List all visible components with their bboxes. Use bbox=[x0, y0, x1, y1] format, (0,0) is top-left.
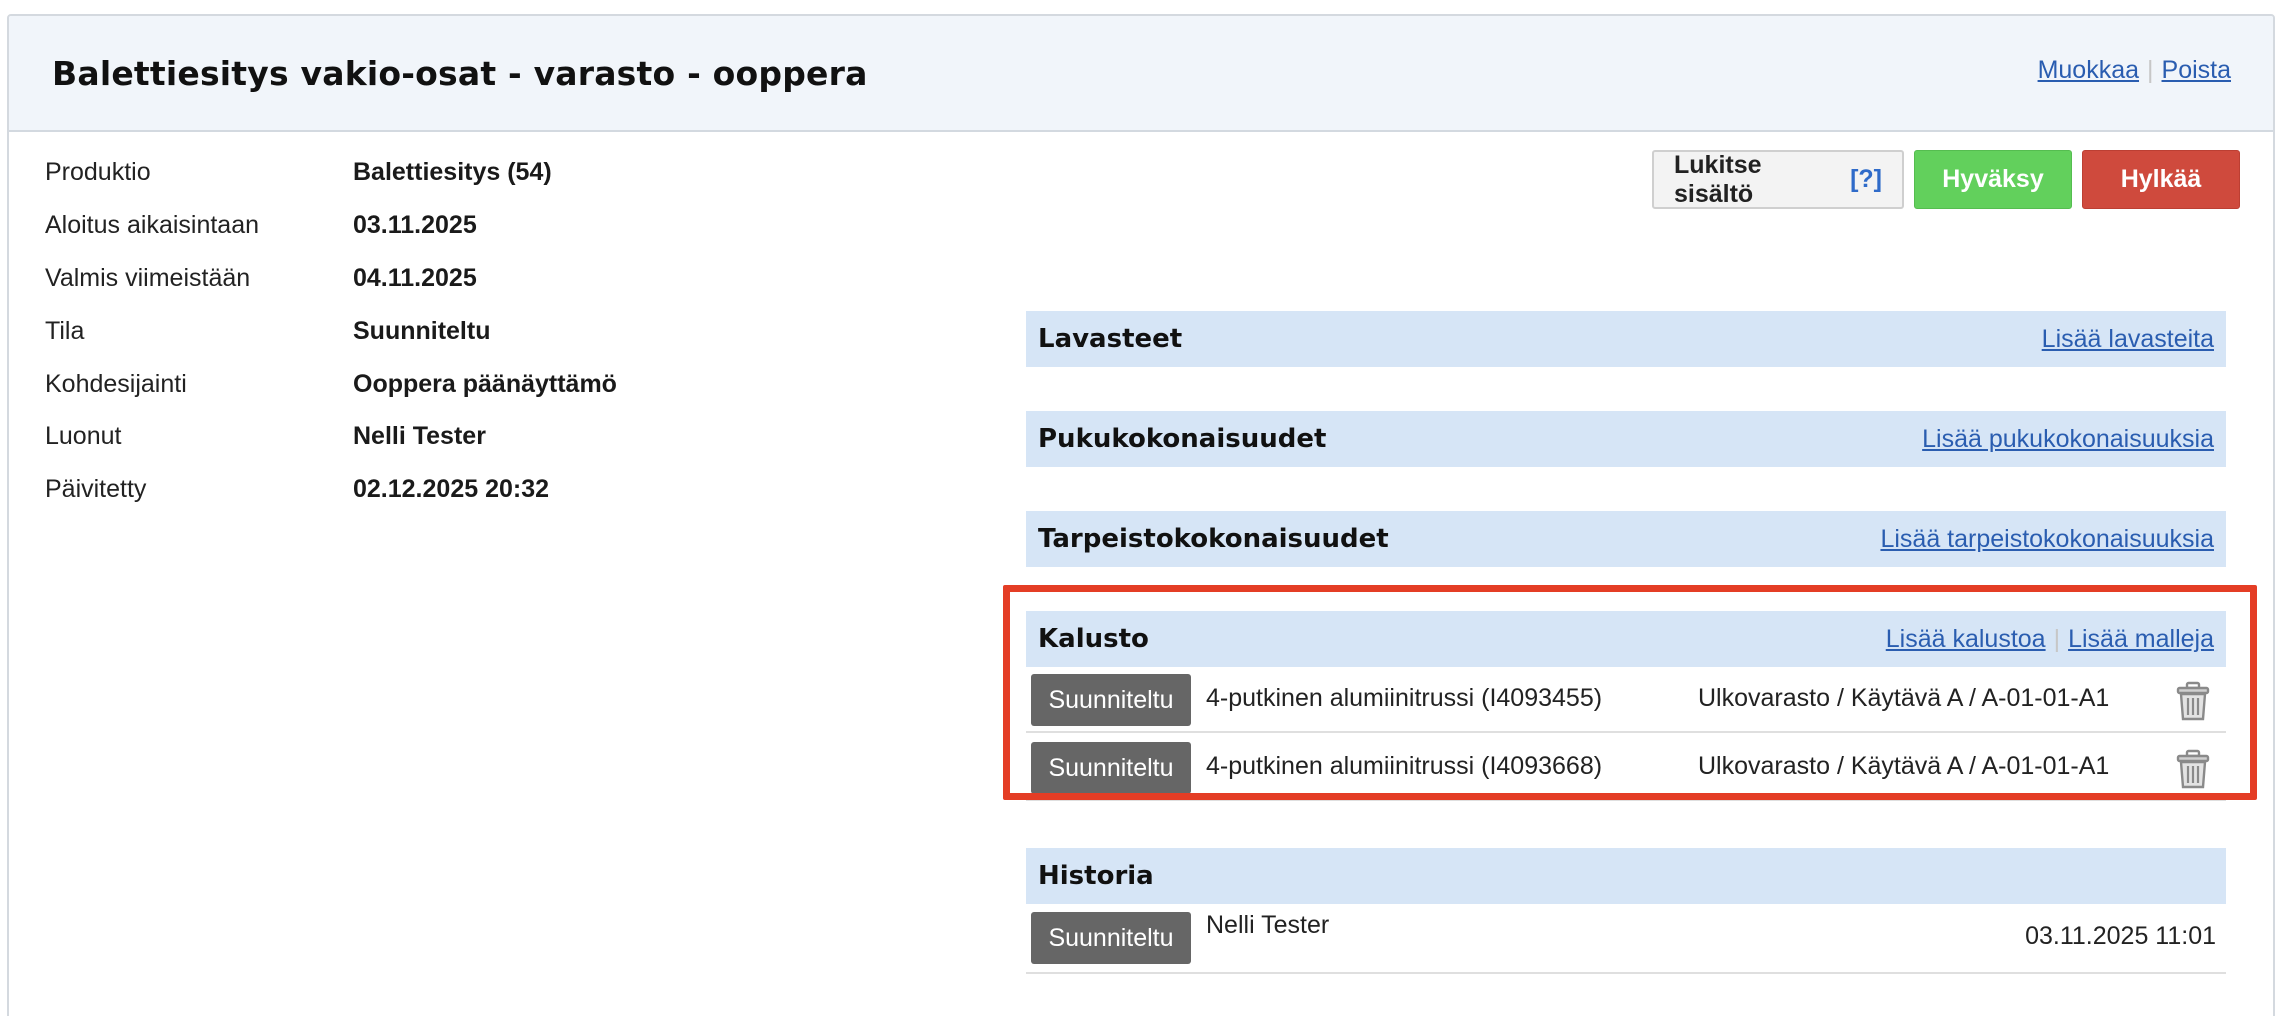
add-costumes-link[interactable]: Lisää pukukokonaisuuksia bbox=[1922, 425, 2214, 453]
section-tarpeistokokonaisuudet: Tarpeistokokonaisuudet Lisää tarpeistoko… bbox=[1026, 511, 2226, 567]
page-title: Balettiesitys vakio-osat - varasto - oop… bbox=[52, 54, 868, 93]
info-label: Kohdesijainti bbox=[45, 370, 187, 398]
delete-link[interactable]: Poista bbox=[2162, 56, 2231, 84]
approve-button[interactable]: Hyväksy bbox=[1914, 150, 2072, 209]
info-label: Produktio bbox=[45, 158, 151, 186]
lock-content-label: Lukitse sisältö bbox=[1674, 150, 1762, 208]
link-separator: | bbox=[2053, 625, 2061, 653]
reject-button[interactable]: Hylkää bbox=[2082, 150, 2240, 209]
status-badge[interactable]: Suunniteltu bbox=[1031, 674, 1191, 726]
edit-link[interactable]: Muokkaa bbox=[2038, 56, 2139, 84]
section-pukukokonaisuudet: Pukukokonaisuudet Lisää pukukokonaisuuks… bbox=[1026, 411, 2226, 467]
equipment-row: Suunniteltu 4-putkinen alumiinitrussi (I… bbox=[1026, 667, 2226, 733]
history-timestamp: 03.11.2025 11:01 bbox=[2025, 922, 2216, 950]
lock-help-link[interactable]: [?] bbox=[1850, 165, 1882, 194]
equipment-location: Ulkovarasto / Käytävä A / A-01-01-A1 bbox=[1698, 684, 2110, 712]
card-header: Balettiesitys vakio-osat - varasto - oop… bbox=[9, 16, 2273, 132]
section-title: Kalusto bbox=[1038, 624, 1149, 654]
header-links: Muokkaa | Poista bbox=[2038, 56, 2231, 85]
trash-icon[interactable] bbox=[2175, 681, 2211, 721]
status-badge[interactable]: Suunniteltu bbox=[1031, 742, 1191, 794]
section-title: Tarpeistokokonaisuudet bbox=[1038, 524, 1389, 554]
section-historia: Historia bbox=[1026, 848, 2226, 904]
info-label: Aloitus aikaisintaan bbox=[45, 211, 260, 239]
lock-content-button[interactable]: Lukitse sisältö [?] bbox=[1652, 150, 1904, 209]
info-value: Ooppera päänäyttämö bbox=[353, 370, 617, 398]
section-title: Lavasteet bbox=[1038, 324, 1183, 354]
info-value: 04.11.2025 bbox=[353, 264, 477, 292]
info-label: Päivitetty bbox=[45, 475, 147, 503]
info-value: 03.11.2025 bbox=[353, 211, 477, 239]
info-label: Valmis viimeistään bbox=[45, 264, 251, 292]
info-value: Balettiesitys (54) bbox=[353, 158, 552, 186]
trash-icon[interactable] bbox=[2175, 749, 2211, 789]
equipment-name: 4-putkinen alumiinitrussi (I4093455) bbox=[1206, 684, 1603, 712]
info-value: Suunniteltu bbox=[353, 317, 491, 345]
info-value: 02.12.2025 20:32 bbox=[353, 475, 550, 503]
section-kalusto: Kalusto Lisää kalustoa | Lisää malleja bbox=[1026, 611, 2226, 667]
info-value: Nelli Tester bbox=[353, 422, 486, 450]
equipment-row: Suunniteltu 4-putkinen alumiinitrussi (I… bbox=[1026, 735, 2226, 801]
history-row: Suunniteltu Nelli Tester 03.11.2025 11:0… bbox=[1026, 904, 2226, 974]
add-sets-link[interactable]: Lisää lavasteita bbox=[2042, 325, 2214, 353]
action-buttons: Lukitse sisältö [?] Hyväksy Hylkää bbox=[1652, 150, 2240, 209]
equipment-name: 4-putkinen alumiinitrussi (I4093668) bbox=[1206, 752, 1603, 780]
section-lavasteet: Lavasteet Lisää lavasteita bbox=[1026, 311, 2226, 367]
status-badge[interactable]: Suunniteltu bbox=[1031, 912, 1191, 964]
add-props-link[interactable]: Lisää tarpeistokokonaisuuksia bbox=[1880, 525, 2214, 553]
section-title: Pukukokonaisuudet bbox=[1038, 424, 1327, 454]
info-label: Tila bbox=[45, 317, 85, 345]
link-separator: | bbox=[2147, 56, 2154, 84]
add-equipment-link[interactable]: Lisää kalustoa bbox=[1886, 625, 2046, 653]
info-label: Luonut bbox=[45, 422, 122, 450]
history-user: Nelli Tester bbox=[1206, 911, 1330, 939]
section-title: Historia bbox=[1038, 861, 1154, 891]
equipment-location: Ulkovarasto / Käytävä A / A-01-01-A1 bbox=[1698, 752, 2110, 780]
add-templates-link[interactable]: Lisää malleja bbox=[2068, 625, 2214, 653]
